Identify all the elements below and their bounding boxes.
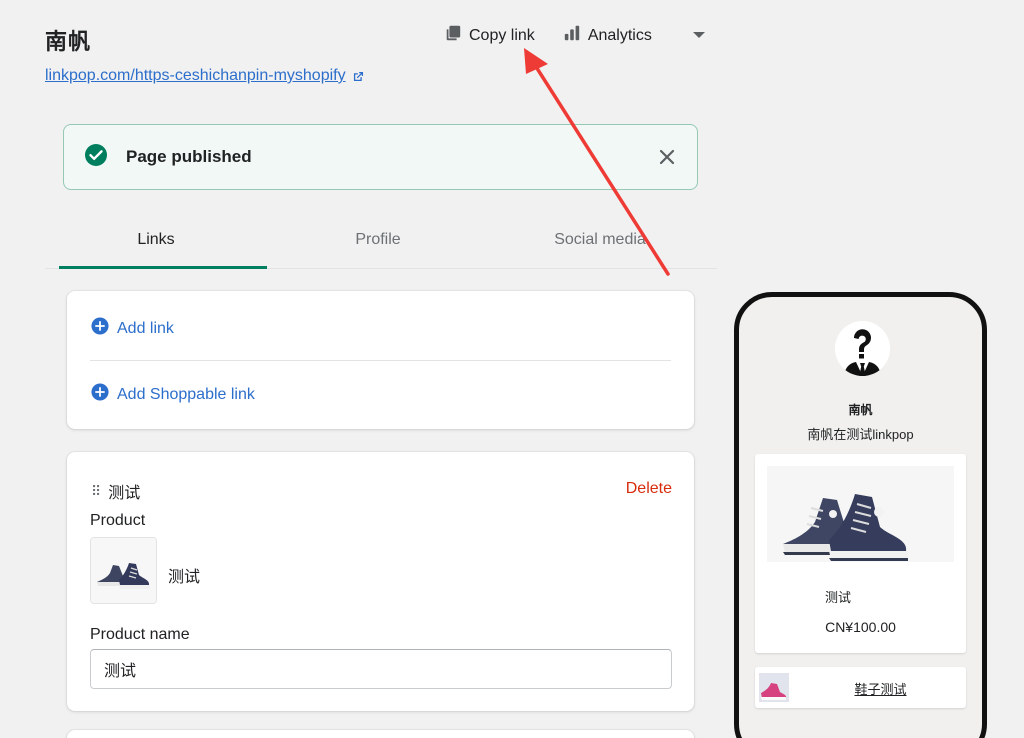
add-shoppable-label: Add Shoppable link: [117, 385, 255, 403]
item-header: ⠿ 测试: [91, 479, 140, 503]
page-url-link[interactable]: linkpop.com/https-ceshichanpin-myshopify: [45, 67, 365, 85]
tab-social-media[interactable]: Social media: [489, 220, 711, 268]
preview-product-image: [767, 466, 954, 562]
preview-profile-name: 南帆: [848, 403, 873, 417]
preview-product-price: CN¥100.00: [825, 619, 896, 635]
add-links-card: Add link Add Shoppable link: [67, 291, 694, 429]
delete-button[interactable]: Delete: [626, 480, 672, 498]
tab-profile[interactable]: Profile: [267, 220, 489, 268]
preview-product-card[interactable]: 测试 CN¥100.00: [755, 454, 966, 653]
close-icon[interactable]: [657, 147, 677, 172]
link-item-card: ⠿ 测试 Delete Product 测试 Product name: [67, 452, 694, 711]
tab-links[interactable]: Links: [45, 220, 267, 269]
analytics-icon: [563, 24, 581, 47]
page-url-text: linkpop.com/https-ceshichanpin-myshopify: [45, 67, 346, 84]
item-title: 测试: [108, 485, 141, 502]
copy-link-label: Copy link: [469, 26, 535, 44]
chevron-down-icon[interactable]: [692, 27, 706, 45]
banner-text: Page published: [126, 147, 252, 166]
drag-handle-icon[interactable]: ⠿: [91, 483, 101, 500]
add-shoppable-link-button[interactable]: Add Shoppable link: [91, 383, 255, 406]
product-name-input[interactable]: [90, 649, 672, 689]
plus-circle-icon: [91, 383, 109, 406]
analytics-label: Analytics: [587, 26, 652, 44]
success-banner: Page published: [63, 124, 698, 190]
header: 南帆: [45, 24, 91, 56]
add-link-button[interactable]: Add link: [91, 317, 174, 340]
preview-link-text: 鞋子测试: [854, 682, 907, 697]
product-title: 测试: [168, 569, 201, 586]
sneaker-image: [91, 538, 156, 603]
check-circle-icon: [84, 143, 108, 172]
add-link-label: Add link: [117, 319, 174, 337]
divider: [90, 360, 671, 361]
product-thumbnail[interactable]: [90, 537, 157, 604]
preview-link-card[interactable]: 鞋子测试: [755, 667, 966, 708]
analytics-button[interactable]: Analytics: [563, 24, 652, 47]
copy-icon: [444, 24, 462, 47]
page-title: 南帆: [45, 29, 92, 54]
phone-preview: 南帆 南帆在测试linkpop 测试 CN¥100.00 鞋子测试: [734, 292, 987, 738]
preview-product-name: 测试: [825, 590, 852, 605]
tabs: Links Profile Social media: [45, 220, 717, 269]
product-label: Product: [90, 512, 146, 529]
preview-profile-bio: 南帆在测试linkpop: [807, 427, 914, 442]
external-link-icon: [352, 70, 365, 83]
avatar: [835, 321, 890, 376]
next-card: [67, 730, 694, 738]
plus-circle-icon: [91, 317, 109, 340]
copy-link-button[interactable]: Copy link: [444, 24, 535, 47]
question-person-icon: [835, 321, 890, 376]
page-actions: Copy link Analytics: [444, 24, 706, 47]
product-name-label: Product name: [90, 626, 190, 643]
